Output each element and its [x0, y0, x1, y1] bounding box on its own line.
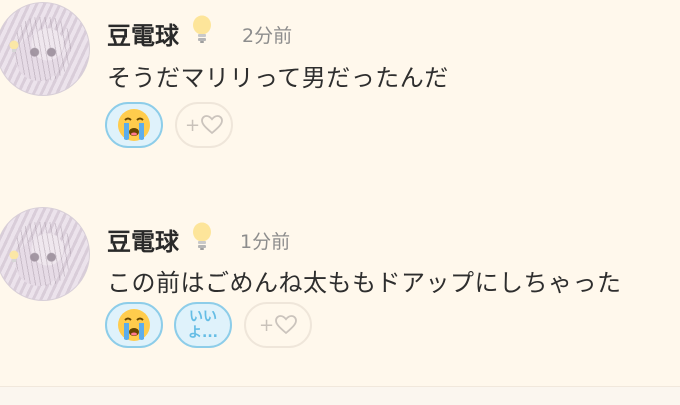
timestamp: 2分前	[242, 25, 293, 47]
plus-sign: +	[184, 114, 201, 136]
comment-item: 豆電球 1分前 この前はごめんね太ももドアップにしちゃった いい よ... +	[0, 195, 680, 375]
reaction-button-crying[interactable]	[105, 102, 163, 148]
add-reaction-button[interactable]: +	[244, 302, 312, 348]
reaction-text-label: いい よ...	[188, 309, 218, 341]
username[interactable]: 豆電球	[107, 16, 179, 51]
comment-text: この前はごめんね太ももドアップにしちゃった	[107, 269, 622, 297]
lightbulb-icon	[193, 222, 211, 250]
lightbulb-badge-icon	[9, 250, 19, 262]
lightbulb-icon	[193, 15, 211, 43]
reaction-button-text[interactable]: いい よ...	[174, 302, 232, 348]
bottom-divider	[0, 386, 680, 405]
reaction-button-crying[interactable]	[105, 302, 163, 348]
add-reaction-content: +	[185, 115, 223, 136]
comment-text: そうだマリリって男だったんだ	[107, 64, 449, 92]
timestamp: 1分前	[240, 231, 291, 253]
username[interactable]: 豆電球	[107, 222, 179, 257]
lightbulb-badge-icon	[9, 40, 19, 52]
loudly-crying-face-icon	[118, 109, 150, 141]
add-reaction-content: +	[259, 315, 297, 336]
plus-sign: +	[258, 314, 275, 336]
heart-outline-icon	[201, 115, 223, 135]
add-reaction-button[interactable]: +	[175, 102, 233, 148]
comment-feed: 豆電球 2分前 そうだマリリって男だったんだ + 豆電球 1分前 この前はごめん…	[0, 0, 680, 386]
heart-outline-icon	[275, 315, 297, 335]
comment-item: 豆電球 2分前 そうだマリリって男だったんだ +	[0, 0, 680, 170]
loudly-crying-face-icon	[118, 309, 150, 341]
